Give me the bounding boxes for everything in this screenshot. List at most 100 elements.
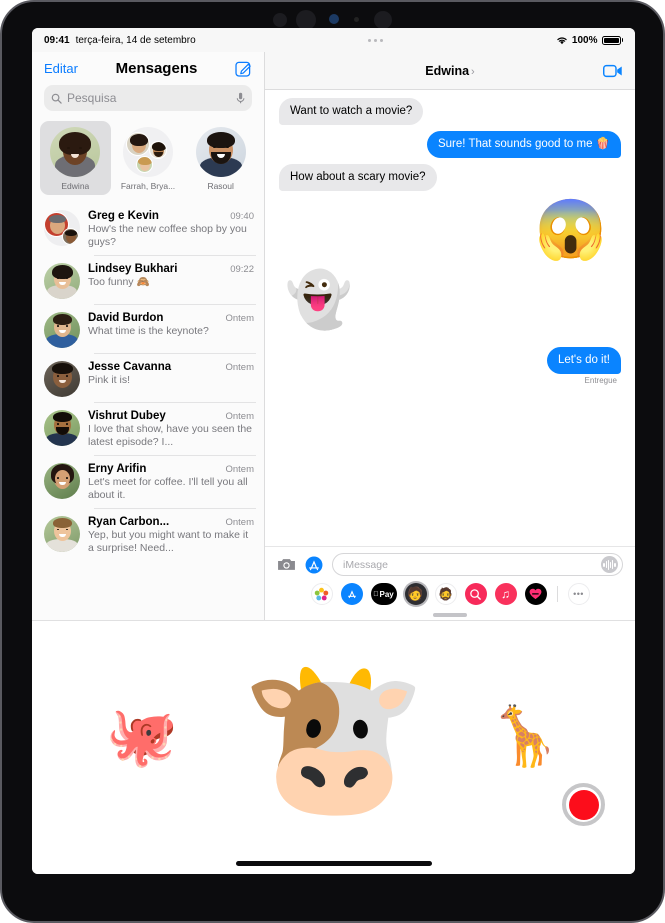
microphone-icon[interactable] — [236, 92, 245, 104]
message-row: 👻 — [285, 273, 621, 327]
giraffe-animoji[interactable]: 🦒 — [489, 707, 561, 766]
avatar — [44, 262, 80, 299]
animoji-carousel[interactable]: 🐙 🐮 🦒 — [32, 662, 635, 812]
conversation-time: Ontem — [225, 361, 254, 373]
memoji-shocked-sticker[interactable]: 😱 — [535, 200, 607, 259]
delivery-status: Entregue — [584, 375, 617, 385]
avatar — [44, 409, 80, 446]
conversation-time: 09:22 — [230, 263, 254, 275]
conversation-preview: How's the new coffee shop by you guys? — [88, 223, 247, 249]
search-container: Pesquisa — [32, 81, 264, 119]
drag-handle[interactable] — [433, 613, 467, 617]
animoji-stickers-icon[interactable]: 🧔 — [434, 583, 457, 605]
audio-waveform-icon[interactable] — [601, 556, 618, 573]
conversation-preview: Let's meet for coffee. I'll tell you all… — [88, 475, 248, 502]
music-app-icon[interactable]: ♫ — [494, 583, 517, 605]
battery-percent-label: 100% — [571, 34, 598, 46]
conversation-name: Jesse Cavanna — [88, 360, 172, 373]
message-bubble-incoming[interactable]: Want to watch a movie? — [279, 98, 424, 125]
pinned-item-label: Edwina — [61, 181, 90, 191]
conversation-preview: Pink it is! — [88, 373, 131, 386]
conversation-name: Lindsey Bukhari — [88, 262, 178, 275]
pinned-item-edwina[interactable]: Edwina — [40, 121, 111, 195]
face-id-sensor-icon — [329, 14, 339, 24]
pinned-item-label: Rasoul — [207, 181, 234, 191]
message-row: 😱 — [279, 200, 607, 259]
images-search-app-icon[interactable] — [464, 583, 487, 605]
conversation-time: Ontem — [225, 463, 254, 475]
table-row[interactable]: Greg e Kevin 09:40 How's the new coffee … — [32, 203, 264, 256]
status-bar-date: terça-feira, 14 de setembro — [75, 34, 196, 46]
search-icon — [51, 93, 62, 104]
memoji-app-icon[interactable]: 🧑 — [404, 583, 427, 605]
conversation-preview: I love that show, have you seen the late… — [88, 422, 253, 449]
message-bubble-outgoing[interactable]: Let's do it! — [546, 346, 621, 374]
search-placeholder: Pesquisa — [67, 91, 117, 105]
avatar — [44, 515, 80, 552]
chat-contact-name[interactable]: Edwina › — [265, 64, 635, 78]
home-indicator[interactable] — [235, 860, 432, 866]
compose-icon[interactable] — [235, 60, 252, 77]
cow-animoji[interactable]: 🐮 — [240, 662, 427, 812]
more-apps-icon[interactable]: ••• — [567, 583, 590, 605]
avatar — [195, 127, 246, 177]
message-input[interactable]: iMessage — [332, 553, 623, 576]
message-thread: Want to watch a movie? Sure! That sounds… — [265, 90, 635, 546]
chevron-right-icon: › — [471, 65, 475, 78]
message-bubble-outgoing[interactable]: Sure! That sounds good to me 🍿 — [426, 130, 621, 158]
record-button[interactable] — [562, 783, 605, 826]
conversation-preview: Yep, but you might want to make it a sur… — [88, 528, 249, 555]
table-row[interactable]: Lindsey Bukhari 09:22 Too funny 🙈 — [32, 256, 264, 305]
conversation-name: David Burdon — [88, 311, 164, 324]
ipad-device-frame: 09:41 terça-feira, 14 de setembro 100% E… — [0, 0, 665, 923]
facetime-video-icon[interactable] — [603, 64, 623, 78]
message-bubble-incoming[interactable]: How about a scary movie? — [279, 163, 437, 191]
table-row[interactable]: Vishrut Dubey Ontem I love that show, ha… — [32, 403, 264, 456]
multitask-dots-icon[interactable] — [196, 38, 556, 42]
conversation-time: Ontem — [225, 516, 254, 528]
digital-touch-app-icon[interactable] — [524, 583, 547, 605]
conversation-time: Ontem — [225, 312, 254, 324]
avatar — [123, 127, 173, 177]
panel-grabber-row — [265, 610, 635, 620]
message-row-with-status: Let's do it! Entregue — [279, 346, 621, 385]
message-row: Sure! That sounds good to me 🍿 — [279, 130, 621, 158]
ipad-screen: 09:41 terça-feira, 14 de setembro 100% E… — [32, 28, 635, 874]
avatar — [44, 210, 80, 246]
conversation-name: Vishrut Dubey — [88, 409, 166, 422]
message-input-bar: iMessage — [265, 546, 635, 580]
apple-pay-app-icon[interactable]: Pay — [370, 583, 397, 605]
sensor-icon — [374, 11, 392, 29]
edit-button[interactable]: Editar — [44, 61, 78, 76]
page-title: Mensagens — [115, 60, 198, 77]
table-row[interactable]: Erny Arifin Ontem Let's meet for coffee.… — [32, 456, 264, 509]
pinned-conversations: Edwina Farrah, Brya... Rasoul — [32, 119, 264, 203]
table-row[interactable]: David Burdon Ontem What time is the keyn… — [32, 305, 264, 354]
pinned-item-farrah-group[interactable]: Farrah, Brya... — [113, 121, 184, 195]
pinned-item-rasoul[interactable]: Rasoul — [185, 121, 256, 195]
pinned-item-label: Farrah, Brya... — [120, 181, 176, 191]
conversation-time: 09:40 — [230, 211, 254, 222]
app-store-app-icon[interactable] — [340, 583, 363, 605]
table-row[interactable]: Ryan Carbon... Ontem Yep, but you might … — [32, 509, 264, 562]
app-store-icon[interactable] — [305, 556, 323, 574]
drawer-divider — [556, 586, 558, 602]
sensor-icon — [273, 13, 287, 27]
message-input-placeholder: iMessage — [343, 558, 388, 571]
avatar — [44, 311, 80, 348]
avatar — [44, 360, 80, 397]
chat-panel: Edwina › Want to watch a movie? Sure! Tha… — [265, 52, 635, 620]
status-bar: 09:41 terça-feira, 14 de setembro 100% — [32, 28, 635, 52]
photos-app-icon[interactable] — [310, 583, 333, 605]
camera-icon[interactable] — [277, 557, 296, 572]
octopus-animoji[interactable]: 🐙 — [106, 707, 178, 766]
table-row[interactable]: Jesse Cavanna Ontem Pink it is! — [32, 354, 264, 403]
conversation-preview: What time is the keynote? — [88, 324, 209, 337]
message-row: Want to watch a movie? — [279, 98, 621, 125]
conversation-name: Erny Arifin — [88, 462, 147, 475]
animoji-picker-panel: 🐙 🐮 🦒 — [32, 620, 635, 852]
search-input[interactable]: Pesquisa — [44, 85, 252, 111]
ghost-sticker[interactable]: 👻 — [285, 273, 352, 327]
ambient-sensor-icon — [354, 17, 359, 22]
avatar — [50, 127, 101, 177]
